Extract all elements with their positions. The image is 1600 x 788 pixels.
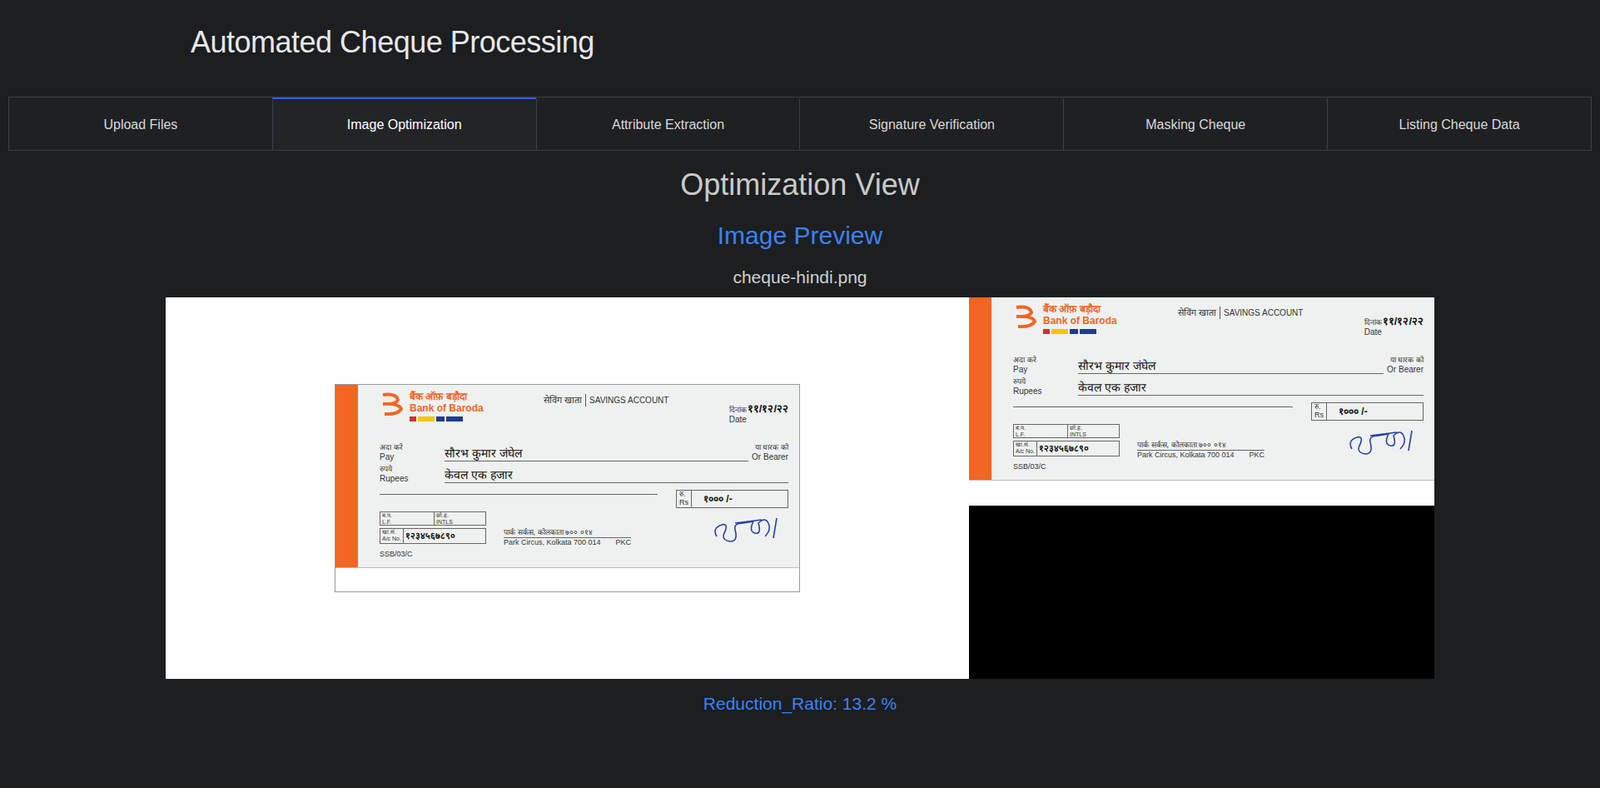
tab[interactable]: Image Optimization (272, 97, 537, 150)
tab[interactable]: Signature Verification (799, 97, 1064, 150)
tab[interactable]: Listing Cheque Data (1326, 97, 1591, 150)
payee-row: अदा करेPayसौरभ कुमार जंघेलया धारक कोOr B… (379, 439, 789, 462)
optimized-preview: बैंक ऑफ़ बड़ौदाBank of Baroda सेविंग खाता… (968, 297, 1435, 679)
branch-address: पार्क सर्कस, कोलकाता ७०० ०१४Park Circus,… (1125, 423, 1265, 460)
account-number: खा.सं.A/c No.१२३४५६७८९० (379, 527, 487, 544)
cheque-code: SSB/03/C (379, 549, 789, 559)
bank-logo: बैंक ऑफ़ बड़ौदाBank of Baroda (1013, 303, 1118, 334)
cheque-stripe (968, 297, 992, 480)
payee-row: अदा करेPayसौरभ कुमार जंघेलया धारक कोOr B… (1013, 352, 1424, 374)
bank-logo-icon (1013, 303, 1040, 329)
bank-logo: बैंक ऑफ़ बड़ौदाBank of Baroda (379, 391, 484, 422)
account-type: सेविंग खाताSAVINGS ACCOUNT (1177, 303, 1303, 320)
cheque-stripe (335, 384, 358, 567)
cheque-code: SSB/03/C (1013, 462, 1424, 472)
tab[interactable]: Attribute Extraction (536, 97, 800, 150)
amount-words-row: रुपयेRupeesकेवल एक हजार (1013, 373, 1424, 396)
amount-words-row: रुपयेRupeesकेवल एक हजार (379, 461, 789, 483)
app: Automated Cheque ProcessingUpload FilesI… (0, 0, 1600, 788)
tab-bar: Upload FilesImage OptimizationAttribute … (8, 96, 1592, 151)
account-type: सेविंग खाताSAVINGS ACCOUNT (543, 391, 669, 408)
signature-icon (710, 511, 789, 548)
reduction-ratio: Reduction_Ratio: 13.2 % (0, 692, 1600, 715)
preview-heading: Image Preview (0, 220, 1600, 251)
tab[interactable]: Upload Files (9, 97, 273, 150)
amount-box: रु.Rs१००० /- (675, 489, 789, 508)
cheque: बैंक ऑफ़ बड़ौदाBank of Baroda सेविंग खाता… (968, 297, 1435, 506)
view-heading: Optimization View (0, 166, 1600, 204)
cheque: बैंक ऑफ़ बड़ौदाBank of Baroda सेविंग खाता… (334, 383, 800, 592)
amount-box: रु.Rs१००० /- (1311, 402, 1424, 421)
file-name: cheque-hindi.png (0, 266, 1600, 289)
date-field: दिनांक११/१२/२२Date (1364, 303, 1424, 337)
tab[interactable]: Masking Cheque (1063, 97, 1327, 150)
signature-icon (1345, 423, 1424, 461)
preview-row: बैंक ऑफ़ बड़ौदाBank of Baroda सेविंग खाता… (0, 297, 1600, 679)
app-title: Automated Cheque Processing (0, 0, 1600, 60)
original-preview: बैंक ऑफ़ बड़ौदाBank of Baroda सेविंग खाता… (165, 297, 969, 679)
account-number: खा.सं.A/c No.१२३४५६७८९० (1013, 440, 1120, 457)
date-field: दिनांक११/१२/२२Date (729, 391, 789, 424)
branch-address: पार्क सर्कस, कोलकाता ७०० ०१४Park Circus,… (491, 511, 632, 547)
bank-logo-icon (379, 391, 407, 417)
